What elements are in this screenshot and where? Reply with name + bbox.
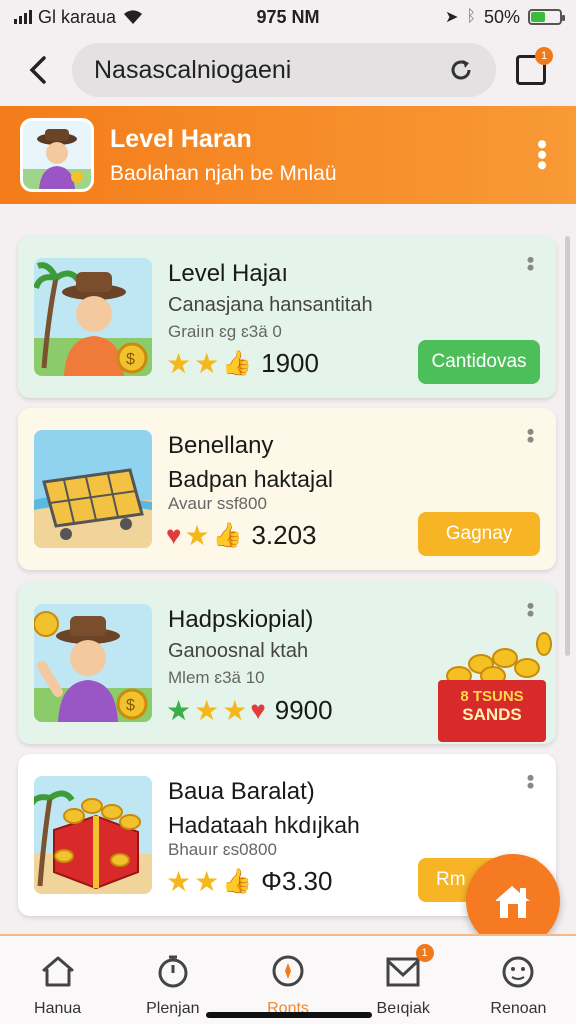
- card-score: 1900: [261, 348, 319, 378]
- bonus-box: 8 TSUNS SANDS: [438, 680, 546, 742]
- header-title: Level Haran: [110, 124, 252, 153]
- bonus-line1: 8 TSUNS: [460, 688, 524, 705]
- battery-percent: 50%: [483, 6, 520, 27]
- url-text: Nasascalniogaeni: [94, 55, 292, 84]
- star-icon: ★: [166, 347, 192, 379]
- card-title: Baua Baralat): [168, 778, 315, 805]
- house-plus-icon: [496, 886, 530, 918]
- green-star-icon: ★: [166, 695, 192, 726]
- star-icon: ★: [184, 519, 210, 551]
- card-meta: Avaur ssf800: [168, 494, 267, 513]
- card-rating: ♥ ★ 👍 3.203: [166, 520, 317, 551]
- card-title: Benellany: [168, 432, 274, 459]
- bottom-nav: Hanua Plenjan Ronts 1 Beıqiak Renoan: [0, 934, 576, 1024]
- card-subtitle: Hadataah hkdıjkah: [168, 812, 360, 838]
- more-vertical-icon[interactable]: ••: [518, 774, 543, 789]
- status-bar: Gl karaua 975 NM ➤ ᛒ 50%: [0, 0, 576, 34]
- thumb-up-icon: 👍: [222, 350, 253, 377]
- nav-badge: 1: [415, 944, 434, 962]
- svg-text:$: $: [126, 351, 135, 368]
- card-subtitle: Badpan haktajal: [168, 466, 333, 492]
- star-icon: ★: [194, 694, 220, 726]
- card-action-button[interactable]: Cantidovas: [418, 340, 540, 384]
- nav-label: Plenjan: [146, 1000, 200, 1017]
- nav-item-profile[interactable]: Renoan: [461, 936, 576, 1024]
- card-thumbnail: [34, 776, 152, 894]
- card-subtitle: Ganoosnal ktah: [168, 640, 309, 662]
- card-score: Φ3.30: [261, 866, 333, 896]
- reload-icon[interactable]: [448, 57, 474, 83]
- card-action-button[interactable]: Gagnay: [418, 512, 540, 556]
- bluetooth-icon: ᛒ: [466, 8, 476, 25]
- card-thumbnail: $: [34, 604, 152, 722]
- card-meta: Graiın ɛg ɛ3ä 0: [168, 322, 282, 341]
- back-button[interactable]: [16, 48, 60, 92]
- app-header: Level Haran Baolahan njah be Mnlaü •••: [0, 106, 576, 204]
- list-item[interactable]: $ Level Hajaı Canasjana hansantitah Grai…: [18, 236, 556, 398]
- card-title: Level Hajaı: [168, 260, 289, 287]
- card-subtitle: Canasjana hansantitah: [168, 294, 373, 316]
- nav-item-home[interactable]: Hanua: [0, 936, 115, 1024]
- browser-bar: Nasascalniogaeni 1: [0, 34, 576, 106]
- scrollbar[interactable]: [565, 236, 570, 656]
- more-vertical-icon[interactable]: •••: [525, 139, 558, 171]
- thumb-up-icon: 👍: [222, 868, 253, 895]
- bonus-line2: SANDS: [462, 705, 522, 724]
- carrier-label: Gl karaua: [38, 6, 117, 27]
- bonus-badge[interactable]: 8 TSUNS SANDS: [436, 628, 552, 748]
- card-score: 3.203: [251, 520, 317, 550]
- nav-label: Beıqiak: [376, 1000, 430, 1017]
- battery-icon: [528, 9, 565, 25]
- tabs-button[interactable]: 1: [516, 47, 553, 85]
- card-rating: ★ ★ 👍 Φ3.30: [166, 866, 332, 897]
- compass-icon: [272, 955, 304, 987]
- star-icon: ★: [194, 865, 220, 897]
- thumb-up-icon: 👍: [212, 522, 243, 549]
- home-indicator[interactable]: [206, 1012, 372, 1018]
- tabs-badge: 1: [535, 47, 553, 65]
- heart-icon: ♥: [166, 520, 182, 550]
- nav-label: Renoan: [490, 1000, 547, 1017]
- star-icon: ★: [222, 694, 248, 726]
- star-icon: ★: [194, 347, 220, 379]
- location-icon: ➤: [444, 9, 459, 26]
- nav-item-plan[interactable]: Plenjan: [115, 936, 230, 1024]
- card-meta: Bhauır ɛs0800: [168, 840, 277, 859]
- card-rating: ★ ★ 👍 1900: [166, 348, 319, 379]
- card-rating: ★ ★ ★ ♥ 9900: [166, 694, 333, 727]
- face-icon: [502, 956, 534, 988]
- card-title: Hadpskiopial): [168, 606, 314, 633]
- nav-item-bonus[interactable]: Ronts: [230, 936, 345, 1024]
- card-thumbnail: [34, 430, 152, 548]
- more-vertical-icon[interactable]: ••: [518, 256, 543, 271]
- chevron-left-icon: [29, 56, 46, 84]
- heart-icon: ♥: [250, 695, 266, 725]
- url-bar[interactable]: Nasascalniogaeni: [72, 43, 496, 97]
- avatar[interactable]: [20, 118, 94, 192]
- nav-item-inbox[interactable]: 1 Beıqiak: [346, 936, 461, 1024]
- star-icon: ★: [166, 865, 192, 897]
- card-score: 9900: [274, 695, 333, 725]
- card-thumbnail: $: [34, 258, 152, 376]
- more-vertical-icon[interactable]: ••: [518, 602, 543, 617]
- header-subtitle: Baolahan njah be Mnlaü: [110, 161, 337, 185]
- svg-text:$: $: [126, 697, 135, 714]
- list-item[interactable]: Benellany Badpan haktajal Avaur ssf800 ♥…: [18, 408, 556, 570]
- wifi-icon: [124, 10, 143, 24]
- nav-label: Hanua: [34, 1000, 82, 1017]
- card-meta: Mlem ɛ3ä 10: [168, 668, 265, 687]
- signal-icon: [14, 10, 32, 24]
- clock-icon: [158, 955, 188, 988]
- home-icon: [42, 956, 74, 987]
- more-vertical-icon[interactable]: ••: [518, 428, 543, 443]
